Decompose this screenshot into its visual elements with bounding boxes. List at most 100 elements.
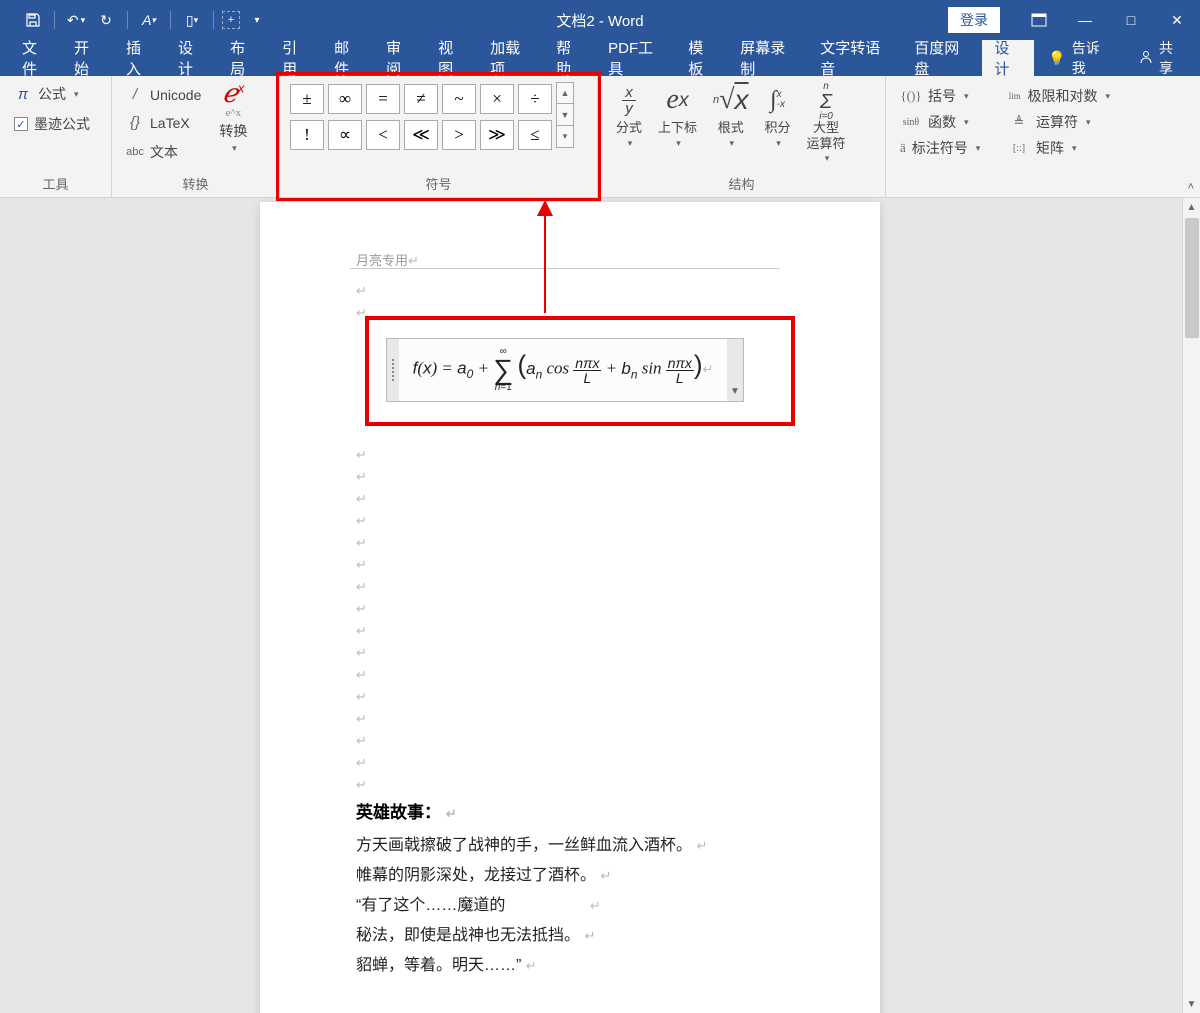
symbols-expand[interactable]: ▾ — [556, 126, 574, 148]
symbol-ll[interactable]: ≪ — [404, 120, 438, 150]
fraction-label: 分式 — [616, 120, 642, 136]
paragraph-mark: ↵ — [356, 774, 820, 796]
largeop-button[interactable]: nΣi=0 大型 运算符▾ — [799, 82, 854, 171]
accent-button[interactable]: ä标注符号▾ — [896, 138, 984, 158]
document-page[interactable]: 月亮专用↵ f(x) = a0 + ∞ ∑ n=1 (an cos — [260, 202, 880, 1013]
integral-icon: ∫x-x — [770, 82, 785, 118]
person-icon — [1139, 50, 1153, 67]
save-icon[interactable] — [20, 7, 46, 33]
tab-home[interactable]: 开始 — [62, 40, 114, 76]
tab-equation-design[interactable]: 设计 — [982, 40, 1034, 76]
login-button[interactable]: 登录 — [948, 7, 1000, 33]
symbol-le[interactable]: ≤ — [518, 120, 552, 150]
convert-button[interactable]: ℯx e^x 转换 ▾ — [213, 82, 253, 154]
tab-mailings[interactable]: 邮件 — [322, 40, 374, 76]
chevron-down-icon: ▾ — [232, 143, 237, 154]
undo-icon[interactable]: ↶▾ — [63, 7, 89, 33]
bracket-button[interactable]: {()}括号▾ — [896, 86, 984, 106]
matrix-label: 矩阵 — [1036, 138, 1064, 158]
largeop-icon: nΣi=0 — [819, 82, 833, 118]
function-button[interactable]: sinθ函数▾ — [896, 112, 984, 132]
redo-icon[interactable]: ↻ — [93, 7, 119, 33]
symbol-times[interactable]: × — [480, 84, 514, 114]
unicode-button[interactable]: / Unicode — [122, 84, 205, 105]
paragraph-mark: ↵ — [356, 686, 820, 708]
ribbon-display-icon[interactable] — [1016, 0, 1062, 40]
tell-me-search[interactable]: 💡 告诉我 — [1034, 38, 1121, 78]
pi-icon: π — [14, 86, 32, 103]
scroll-down-button[interactable]: ▼ — [1183, 995, 1200, 1013]
font-qat-icon[interactable]: A▾ — [136, 7, 162, 33]
symbols-scroll-down[interactable]: ▼ — [556, 104, 574, 126]
tab-template[interactable]: 模板 — [676, 40, 728, 76]
operator-button[interactable]: ≜运算符▾ — [1004, 112, 1114, 132]
integral-button[interactable]: ∫x-x 积分▾ — [757, 82, 799, 171]
symbol-lt[interactable]: < — [366, 120, 400, 150]
symbol-gg[interactable]: ≫ — [480, 120, 514, 150]
maximize-button[interactable]: □ — [1108, 0, 1154, 40]
symbols-scroll-up[interactable]: ▲ — [556, 82, 574, 104]
group-more-2: lim极限和对数▾ ≜运算符▾ [::]矩阵▾ — [994, 76, 1124, 197]
symbol-propto[interactable]: ∝ — [328, 120, 362, 150]
fraction-button[interactable]: xy 分式▾ — [608, 82, 650, 171]
formula-dropdown[interactable]: π 公式 ▾ — [10, 82, 101, 106]
symbol-excl[interactable]: ! — [290, 120, 324, 150]
ink-equation-button[interactable]: ✓ 墨迹公式 — [10, 112, 101, 136]
script-icon: ex — [666, 82, 688, 118]
radical-button[interactable]: n√x 根式▾ — [705, 82, 757, 171]
document-scroll[interactable]: 月亮专用↵ f(x) = a0 + ∞ ∑ n=1 (an cos — [0, 198, 1200, 1013]
group-tools: π 公式 ▾ ✓ 墨迹公式 工具 — [0, 76, 112, 197]
vertical-scrollbar[interactable]: ▲ ▼ — [1182, 198, 1200, 1013]
tab-insert[interactable]: 插入 — [114, 40, 166, 76]
symbol-equals[interactable]: = — [366, 84, 400, 114]
close-button[interactable]: ✕ — [1154, 0, 1200, 40]
tab-help[interactable]: 帮助 — [544, 40, 596, 76]
share-button[interactable]: 共享 — [1121, 38, 1200, 78]
story-section: 英雄故事： ↵ 方天画戟擦破了战神的手，一丝鲜血流入酒杯。 ↵ 帷幕的阴影深处，… — [356, 798, 820, 981]
tab-pdf[interactable]: PDF工具 — [596, 40, 676, 76]
paragraph-mark: ↵ — [356, 730, 820, 752]
tab-design[interactable]: 设计 — [166, 40, 218, 76]
ink-label: 墨迹公式 — [34, 114, 90, 134]
matrix-button[interactable]: [::]矩阵▾ — [1004, 138, 1114, 158]
story-line: 貂蝉，等着。明天……” ↵ — [356, 951, 820, 981]
symbol-tilde[interactable]: ~ — [442, 84, 476, 114]
symbols-row-1: ± ∞ = ≠ ~ × ÷ — [290, 84, 552, 114]
scroll-thumb[interactable] — [1185, 218, 1199, 338]
group-structures-label: 结构 — [608, 171, 875, 195]
tab-references[interactable]: 引用 — [270, 40, 322, 76]
add-qat-icon[interactable]: + — [222, 11, 240, 29]
symbols-row-2: ! ∝ < ≪ > ≫ ≤ — [290, 120, 552, 150]
layout-qat-icon[interactable]: ▯▾ — [179, 7, 205, 33]
share-label: 共享 — [1159, 38, 1182, 78]
tab-layout[interactable]: 布局 — [218, 40, 270, 76]
paragraph-mark: ↵ — [356, 620, 820, 642]
tab-screenrec[interactable]: 屏幕录制 — [728, 40, 808, 76]
symbol-plusminus[interactable]: ± — [290, 84, 324, 114]
latex-button[interactable]: {} LaTeX — [122, 112, 205, 133]
symbol-divide[interactable]: ÷ — [518, 84, 552, 114]
text-button[interactable]: abc 文本 — [122, 140, 205, 164]
collapse-ribbon-icon[interactable]: ˄ — [1188, 181, 1194, 193]
minimize-button[interactable]: — — [1062, 0, 1108, 40]
symbol-notequal[interactable]: ≠ — [404, 84, 438, 114]
qat-more-icon[interactable]: ▾ — [244, 7, 270, 33]
limit-button[interactable]: lim极限和对数▾ — [1004, 86, 1114, 106]
tab-baidu[interactable]: 百度网盘 — [902, 40, 982, 76]
function-label: 函数 — [928, 112, 956, 132]
story-line: 方天画戟擦破了战神的手，一丝鲜血流入酒杯。 ↵ — [356, 831, 820, 861]
paragraph-mark: ↵ — [356, 488, 820, 510]
scroll-up-button[interactable]: ▲ — [1183, 198, 1200, 216]
script-button[interactable]: ex 上下标▾ — [650, 82, 705, 171]
tab-review[interactable]: 审阅 — [374, 40, 426, 76]
group-tools-label: 工具 — [10, 171, 101, 195]
symbol-gt[interactable]: > — [442, 120, 476, 150]
tab-addins[interactable]: 加载项 — [478, 40, 544, 76]
paragraph-mark: ↵ — [356, 466, 820, 488]
tab-file[interactable]: 文件 — [10, 40, 62, 76]
paragraph-mark: ↵ — [356, 708, 820, 730]
paragraph-mark: ↵ — [356, 302, 820, 324]
symbol-infinity[interactable]: ∞ — [328, 84, 362, 114]
tab-view[interactable]: 视图 — [426, 40, 478, 76]
tab-tts[interactable]: 文字转语音 — [808, 40, 902, 76]
